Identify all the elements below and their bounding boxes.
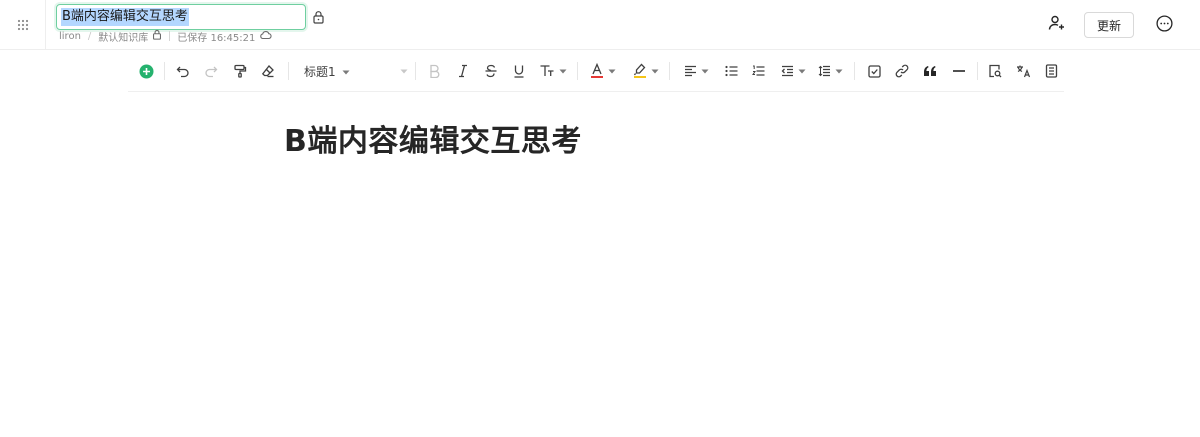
divider-icon — [952, 69, 966, 73]
checkbox-icon — [868, 64, 881, 78]
line-height-button[interactable] — [818, 61, 843, 81]
chevron-down-icon — [608, 69, 616, 74]
chevron-down-icon — [835, 69, 843, 74]
quote-icon — [923, 65, 937, 77]
numbered-list-icon — [752, 65, 765, 77]
chevron-down-icon — [559, 69, 567, 74]
template-icon — [1045, 64, 1058, 78]
lock-icon — [148, 29, 162, 43]
format-painter-button[interactable] — [233, 61, 247, 81]
redo-icon — [204, 64, 218, 78]
quote-button[interactable] — [923, 61, 937, 81]
divider-button[interactable] — [952, 61, 966, 81]
toolbar-divider — [577, 62, 578, 80]
apps-grid-icon — [17, 16, 29, 35]
font-size-select[interactable] — [400, 61, 408, 81]
text-size-button[interactable] — [539, 61, 567, 81]
toolbar-divider — [977, 62, 978, 80]
link-icon — [895, 64, 909, 78]
add-collaborator-icon — [1048, 15, 1066, 35]
toolbar-divider — [854, 62, 855, 80]
format-painter-icon — [233, 64, 247, 78]
italic-icon — [457, 64, 469, 78]
italic-button[interactable] — [457, 61, 469, 81]
more-button[interactable] — [1154, 14, 1174, 36]
clear-format-icon — [261, 64, 275, 78]
underline-button[interactable] — [513, 61, 525, 81]
cloud-icon — [255, 30, 272, 43]
document-meta: liron / 默认知识库 已保存 16:45:21 — [59, 29, 272, 44]
indent-button[interactable] — [781, 61, 806, 81]
editor-toolbar: 标题1 — [128, 50, 1064, 92]
indent-icon — [781, 65, 794, 77]
template-button[interactable] — [1045, 61, 1058, 81]
highlight-icon — [633, 63, 647, 79]
highlight-button[interactable] — [633, 61, 659, 81]
more-icon — [1155, 14, 1173, 36]
chevron-down-icon — [400, 69, 408, 74]
author-name[interactable]: liron — [59, 31, 81, 42]
toolbar-divider — [288, 62, 289, 80]
underline-icon — [513, 64, 525, 78]
font-color-button[interactable] — [590, 61, 616, 81]
task-list-button[interactable] — [868, 61, 881, 81]
chevron-down-icon — [798, 69, 806, 74]
meta-divider — [169, 31, 171, 41]
numbered-list-button[interactable] — [752, 61, 765, 81]
document-title-text: B端内容编辑交互思考 — [61, 8, 189, 26]
search-doc-icon — [988, 64, 1002, 78]
bold-icon — [428, 64, 440, 78]
top-bar: B端内容编辑交互思考 liron / 默认知识库 已保存 16:45:21 更新 — [0, 0, 1200, 50]
insert-button[interactable] — [139, 61, 154, 81]
update-button[interactable]: 更新 — [1084, 12, 1134, 38]
breadcrumb-separator: / — [87, 30, 92, 42]
link-button[interactable] — [895, 61, 909, 81]
document-title-input[interactable]: B端内容编辑交互思考 — [56, 4, 306, 30]
align-button[interactable] — [684, 61, 709, 81]
document-heading[interactable]: B端内容编辑交互思考 — [284, 122, 582, 162]
add-collaborator-button[interactable] — [1046, 14, 1068, 36]
toolbar-divider — [415, 62, 416, 80]
apps-grid-button[interactable] — [0, 0, 46, 50]
bullet-list-button[interactable] — [725, 61, 738, 81]
strikethrough-button[interactable] — [484, 61, 498, 81]
saved-status: 已保存 16:45:21 — [177, 32, 256, 44]
bullet-list-icon — [725, 65, 738, 77]
toolbar-divider — [164, 62, 165, 80]
undo-button[interactable] — [176, 61, 190, 81]
chevron-down-icon — [651, 69, 659, 74]
align-left-icon — [684, 65, 697, 77]
font-color-icon — [590, 63, 604, 79]
undo-icon — [176, 64, 190, 78]
line-height-icon — [818, 65, 831, 77]
strikethrough-icon — [484, 64, 498, 78]
translate-button[interactable] — [1016, 61, 1031, 81]
translate-icon — [1016, 64, 1031, 78]
redo-button[interactable] — [204, 61, 218, 81]
lock-icon[interactable] — [312, 9, 326, 24]
knowledge-base-link[interactable]: 默认知识库 — [98, 29, 148, 44]
clear-format-button[interactable] — [261, 61, 275, 81]
insert-plus-icon — [139, 64, 154, 79]
search-doc-button[interactable] — [988, 61, 1002, 81]
chevron-down-icon — [701, 69, 709, 74]
chevron-down-icon — [342, 64, 350, 78]
bold-button[interactable] — [428, 61, 440, 81]
text-size-icon — [539, 64, 555, 78]
heading-select-value: 标题1 — [304, 64, 336, 79]
toolbar-divider — [669, 62, 670, 80]
